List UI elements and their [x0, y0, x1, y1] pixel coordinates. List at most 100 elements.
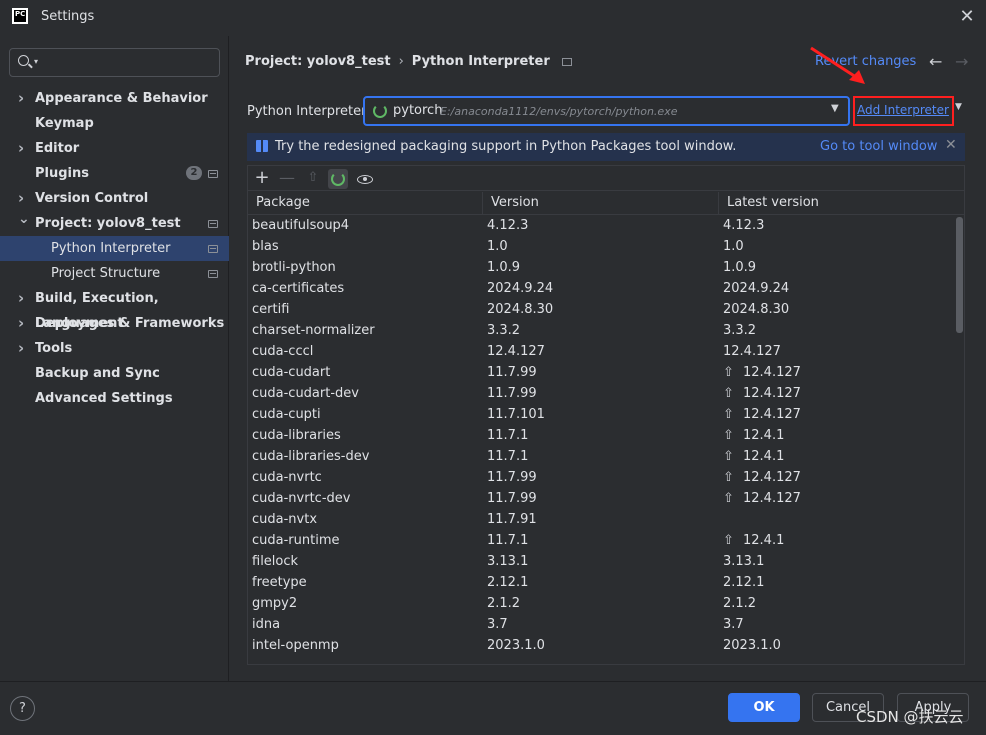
interpreter-path: E:/anaconda1112/envs/pytorch/python.exe — [440, 105, 678, 118]
table-row[interactable]: gmpy2 2.1.2 2.1.2 — [248, 593, 954, 614]
sidebar-item-backup-and-sync[interactable]: Backup and Sync — [0, 361, 229, 386]
sidebar-item-build-execution-deployment[interactable]: › Build, Execution, Deployment — [0, 286, 229, 331]
package-name: freetype — [252, 575, 307, 590]
table-row[interactable]: freetype 2.12.1 2.12.1 — [248, 572, 954, 593]
project-scope-icon — [208, 270, 218, 278]
upgrade-available-icon: ⇧ — [723, 407, 734, 422]
package-latest-version: 2024.9.24 — [723, 281, 790, 296]
sidebar-item-version-control[interactable]: › Version Control — [0, 186, 229, 211]
chevron-right-icon[interactable]: › — [18, 286, 30, 311]
package-version: 2024.8.30 — [487, 302, 554, 317]
search-input[interactable]: ▾ — [9, 48, 220, 77]
title-bar: PC Settings ✕ — [0, 0, 986, 36]
package-name: ca-certificates — [252, 281, 345, 296]
package-latest-version: 2.12.1 — [723, 575, 765, 590]
package-version: 3.13.1 — [487, 554, 529, 569]
column-divider[interactable] — [718, 192, 719, 215]
gift-icon — [256, 140, 268, 152]
table-row[interactable]: cuda-libraries-dev 11.7.1 ⇧ 12.4.1 — [248, 446, 954, 467]
table-row[interactable]: cuda-cudart 11.7.99 ⇧ 12.4.127 — [248, 362, 954, 383]
chevron-right-icon[interactable]: › — [18, 136, 30, 161]
banner-close-icon[interactable]: ✕ — [945, 137, 957, 153]
refresh-spinner-button[interactable] — [328, 169, 348, 189]
breadcrumb-page: Python Interpreter — [411, 54, 550, 69]
package-latest-version: ⇧ 12.4.127 — [723, 488, 801, 509]
table-row[interactable]: cuda-cupti 11.7.101 ⇧ 12.4.127 — [248, 404, 954, 425]
chevron-right-icon[interactable]: › — [18, 336, 30, 361]
sidebar-item-tools[interactable]: › Tools — [0, 336, 229, 361]
latest-version-text: 12.4.127 — [743, 365, 801, 380]
table-row[interactable]: cuda-runtime 11.7.1 ⇧ 12.4.1 — [248, 530, 954, 551]
sidebar-item-keymap[interactable]: Keymap — [0, 111, 229, 136]
close-icon[interactable]: ✕ — [958, 8, 976, 26]
eye-icon — [357, 175, 373, 184]
package-name: intel-openmp — [252, 638, 339, 653]
chevron-down-icon[interactable]: ⌄ — [18, 207, 30, 232]
search-icon — [18, 55, 29, 66]
table-row[interactable]: cuda-nvrtc 11.7.99 ⇧ 12.4.127 — [248, 467, 954, 488]
package-latest-version: ⇧ 12.4.1 — [723, 530, 784, 551]
table-row[interactable]: filelock 3.13.1 3.13.1 — [248, 551, 954, 572]
add-interpreter-link[interactable]: Add Interpreter — [853, 96, 954, 126]
settings-tree: › Appearance & Behavior Keymap › Editor Plugi… — [0, 86, 229, 411]
show-early-releases-button[interactable] — [355, 169, 375, 189]
upgrade-package-button[interactable]: ⇧ — [303, 169, 323, 189]
sidebar-item-languages-frameworks[interactable]: › Languages & Frameworks — [0, 311, 229, 336]
add-package-button[interactable]: + — [252, 169, 272, 189]
header-latest-version[interactable]: Latest version — [727, 195, 819, 210]
breadcrumb-separator-icon: › — [398, 54, 404, 69]
back-arrow-icon[interactable]: ← — [929, 52, 942, 71]
window-title: Settings — [41, 9, 95, 24]
forward-arrow-icon[interactable]: → — [955, 52, 968, 71]
upgrade-available-icon: ⇧ — [723, 491, 734, 506]
header-version[interactable]: Version — [491, 195, 539, 210]
sidebar-item-appearance-behavior[interactable]: › Appearance & Behavior — [0, 86, 229, 111]
table-row[interactable]: charset-normalizer 3.3.2 3.3.2 — [248, 320, 954, 341]
sidebar-item-project-structure[interactable]: Project Structure — [0, 261, 229, 286]
sidebar-item-editor[interactable]: › Editor — [0, 136, 229, 161]
sidebar-item-label: Plugins — [35, 166, 89, 181]
remove-package-button[interactable]: — — [277, 169, 297, 189]
scrollbar-thumb[interactable] — [956, 217, 963, 333]
table-row[interactable]: blas 1.0 1.0 — [248, 236, 954, 257]
go-to-tool-window-link[interactable]: Go to tool window — [820, 139, 937, 154]
header-package[interactable]: Package — [256, 195, 310, 210]
table-row[interactable]: cuda-nvtx 11.7.91 — [248, 509, 954, 530]
help-button[interactable]: ? — [10, 696, 35, 721]
package-name: cuda-nvrtc-dev — [252, 491, 351, 506]
table-row[interactable]: cuda-libraries 11.7.1 ⇧ 12.4.1 — [248, 425, 954, 446]
latest-version-text: 12.4.1 — [743, 428, 785, 443]
table-row[interactable]: cuda-nvrtc-dev 11.7.99 ⇧ 12.4.127 — [248, 488, 954, 509]
table-row[interactable]: intel-openmp 2023.1.0 2023.1.0 — [248, 635, 954, 656]
table-row[interactable]: brotli-python 1.0.9 1.0.9 — [248, 257, 954, 278]
add-interpreter-chevron-icon[interactable]: ▼ — [955, 102, 962, 112]
ok-button[interactable]: OK — [728, 693, 800, 722]
package-version: 11.7.99 — [487, 470, 537, 485]
package-version: 11.7.99 — [487, 386, 537, 401]
breadcrumb-project[interactable]: Project: yolov8_test — [245, 54, 391, 69]
upgrade-available-icon: ⇧ — [723, 386, 734, 401]
chevron-right-icon[interactable]: › — [18, 86, 30, 111]
packages-table: + — ⇧ Package Version Latest version bea… — [247, 165, 965, 665]
package-latest-version: ⇧ 12.4.1 — [723, 446, 784, 467]
sidebar-item-plugins[interactable]: Plugins 2 — [0, 161, 229, 186]
table-row[interactable]: idna 3.7 3.7 — [248, 614, 954, 635]
sidebar-item-label: Keymap — [35, 116, 94, 131]
table-row[interactable]: beautifulsoup4 4.12.3 4.12.3 — [248, 215, 954, 236]
sidebar-item-project-yolov8-test[interactable]: ⌄ Project: yolov8_test — [0, 211, 229, 236]
table-row[interactable]: ca-certificates 2024.9.24 2024.9.24 — [248, 278, 954, 299]
package-version: 11.7.101 — [487, 407, 545, 422]
package-version: 3.3.2 — [487, 323, 521, 338]
sidebar-item-python-interpreter[interactable]: Python Interpreter — [0, 236, 229, 261]
package-latest-version: ⇧ 12.4.127 — [723, 467, 801, 488]
table-row[interactable]: cuda-cudart-dev 11.7.99 ⇧ 12.4.127 — [248, 383, 954, 404]
chevron-right-icon[interactable]: › — [18, 311, 30, 336]
interpreter-select[interactable]: pytorch E:/anaconda1112/envs/pytorch/pyt… — [363, 96, 850, 126]
sidebar-item-advanced-settings[interactable]: Advanced Settings — [0, 386, 229, 411]
table-row[interactable]: cuda-cccl 12.4.127 12.4.127 — [248, 341, 954, 362]
column-divider[interactable] — [482, 192, 483, 215]
sidebar-item-label: Editor — [35, 141, 80, 156]
caret-down-icon: ▾ — [34, 57, 39, 66]
table-row[interactable]: certifi 2024.8.30 2024.8.30 — [248, 299, 954, 320]
package-name: cuda-runtime — [252, 533, 340, 548]
